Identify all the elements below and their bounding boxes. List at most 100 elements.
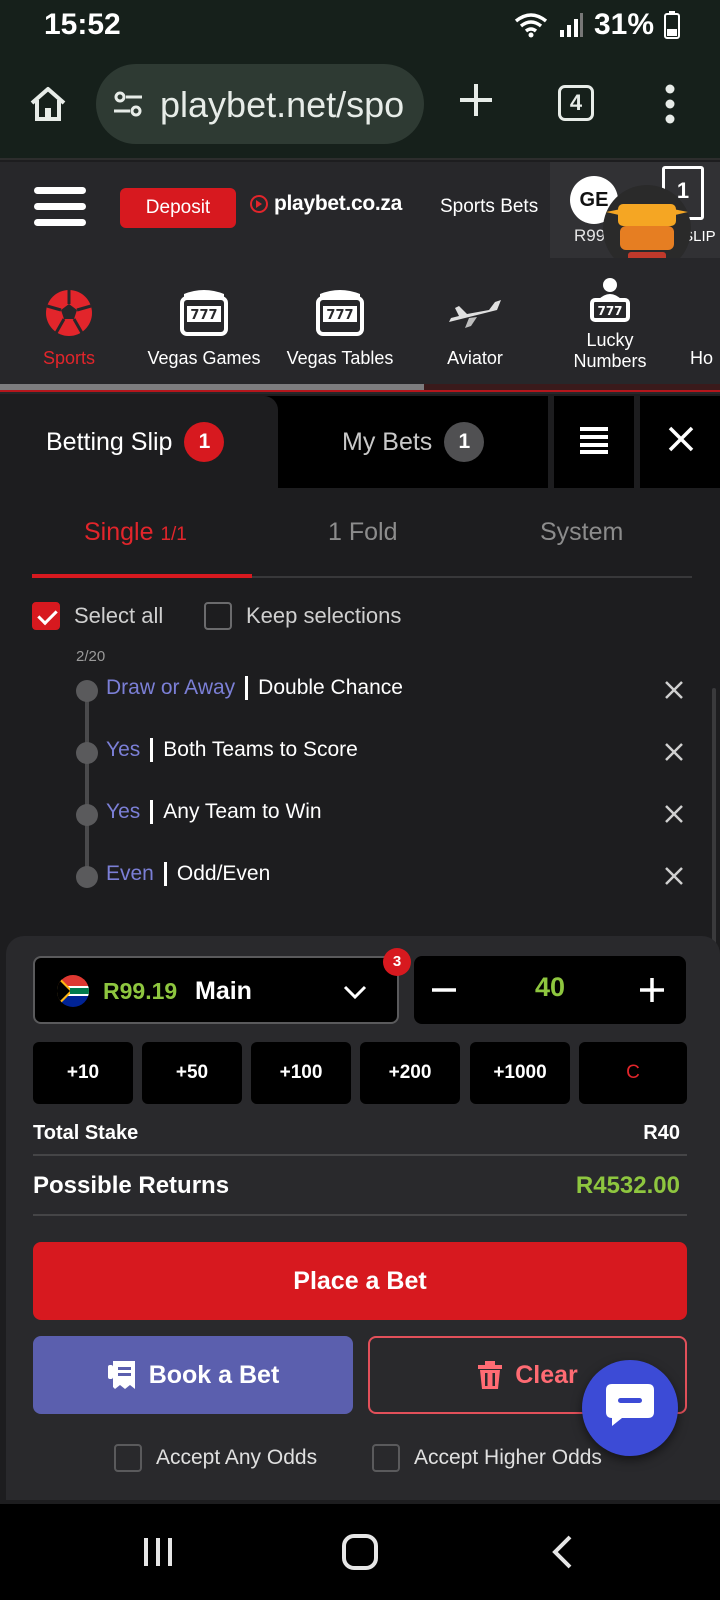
- tab-betting-slip[interactable]: Betting Slip 1: [0, 396, 278, 488]
- category-label: Aviator: [447, 348, 503, 368]
- betting-slip-count-badge: 1: [184, 422, 225, 462]
- category-label-line1: Lucky: [586, 330, 634, 350]
- account-select[interactable]: R99.19 Main 3: [33, 948, 411, 1024]
- play-icon: [250, 195, 268, 213]
- book-bet-button[interactable]: Book a Bet: [33, 1336, 353, 1414]
- lottery-icon: 777: [590, 278, 630, 322]
- selection-pick: Yes: [106, 738, 141, 761]
- category-label: Vegas Games: [147, 348, 261, 368]
- selection-pick: Draw or Away: [106, 676, 236, 699]
- category-aviator[interactable]: Aviator: [428, 288, 522, 369]
- chevron-down-icon[interactable]: [343, 984, 367, 1000]
- plane-icon: [449, 300, 501, 328]
- checkbox-icon[interactable]: [372, 1444, 400, 1472]
- selection-separator: [150, 738, 154, 762]
- quick-stake-200-button[interactable]: +200: [360, 1042, 460, 1104]
- bet-type-fold[interactable]: 1 Fold: [328, 518, 397, 547]
- remove-selection-icon[interactable]: [664, 866, 684, 886]
- bet-type-single-label: Single: [84, 518, 154, 546]
- selection-market: Any Team to Win: [163, 800, 322, 823]
- account-count-badge: 3: [383, 948, 411, 976]
- timeline-dot: [76, 804, 98, 826]
- account-name: Main: [195, 977, 252, 1005]
- bet-type-active-indicator: [32, 574, 252, 578]
- url-bar[interactable]: playbet.net/spo: [96, 64, 424, 144]
- tab-my-bets[interactable]: My Bets 1: [342, 422, 485, 462]
- quick-stake-1000-button[interactable]: +1000: [470, 1042, 570, 1104]
- cutoff-text: 2/20: [76, 648, 106, 665]
- clear-stake-button[interactable]: C: [579, 1042, 687, 1104]
- tab-switcher-button[interactable]: 4: [558, 85, 594, 121]
- possible-returns-label: Possible Returns: [33, 1172, 230, 1199]
- book-bet-label: Book a Bet: [148, 1360, 280, 1389]
- remove-selection-icon[interactable]: [664, 680, 684, 700]
- tab-separator: [634, 396, 640, 488]
- status-icons: 31%: [514, 8, 680, 42]
- category-vegas-games[interactable]: 777 Vegas Games: [142, 288, 266, 369]
- selection-row: Draw or Away Double Chance: [0, 670, 720, 710]
- deposit-button[interactable]: Deposit: [120, 188, 236, 228]
- stake-stepper[interactable]: 40: [414, 956, 686, 1024]
- select-all-checkbox[interactable]: Select all: [32, 602, 163, 630]
- selection-separator: [245, 676, 249, 700]
- quick-stake-100-button[interactable]: +100: [251, 1042, 351, 1104]
- home-button-icon[interactable]: [342, 1534, 378, 1570]
- remove-selection-icon[interactable]: [664, 804, 684, 824]
- accept-higher-odds-checkbox[interactable]: Accept Higher Odds: [372, 1444, 602, 1472]
- keep-selections-checkbox[interactable]: Keep selections: [204, 602, 401, 630]
- home-icon[interactable]: [28, 84, 68, 124]
- category-lucky-numbers[interactable]: 777 Lucky Numbers: [558, 276, 662, 372]
- bet-type-system[interactable]: System: [540, 518, 623, 547]
- slot-machine-icon: 777: [316, 290, 364, 336]
- slot-machine-icon: 777: [180, 290, 228, 336]
- quick-stake-10-button[interactable]: +10: [33, 1042, 133, 1104]
- more-menu-icon[interactable]: [664, 84, 676, 124]
- selection-row: Yes Both Teams to Score: [0, 732, 720, 772]
- possible-returns-value: R4532.00: [575, 1172, 680, 1199]
- site-logo[interactable]: playbet.co.za: [250, 192, 402, 216]
- logo-text: playbet.co.za: [274, 192, 402, 215]
- bet-type-single[interactable]: Single 1/1: [84, 518, 187, 547]
- bet-type-single-count: 1/1: [160, 524, 187, 545]
- status-time: 15:52: [44, 8, 121, 41]
- account-balance: R99.19: [103, 978, 178, 1004]
- back-icon[interactable]: [550, 1534, 574, 1570]
- receipt-icon: [107, 1361, 135, 1389]
- checkbox-icon[interactable]: [114, 1444, 142, 1472]
- timeline-dot: [76, 680, 98, 702]
- svg-text:777: 777: [190, 308, 217, 323]
- minus-icon[interactable]: [430, 976, 458, 1004]
- hamburger-menu-icon[interactable]: [34, 187, 86, 227]
- selection-separator: [150, 800, 154, 824]
- accept-higher-odds-label: Accept Higher Odds: [414, 1446, 602, 1469]
- tab-betting-slip-label: Betting Slip: [46, 427, 173, 456]
- chat-button[interactable]: [582, 1360, 678, 1456]
- accept-any-odds-checkbox[interactable]: Accept Any Odds: [114, 1444, 317, 1472]
- category-sports[interactable]: Sports: [30, 288, 108, 369]
- svg-text:777: 777: [597, 304, 622, 318]
- category-vegas-tables[interactable]: 777 Vegas Tables: [278, 288, 402, 369]
- plus-icon[interactable]: [638, 976, 666, 1004]
- select-all-label: Select all: [74, 603, 164, 628]
- site-settings-icon[interactable]: [112, 88, 144, 120]
- category-ho[interactable]: Ho: [690, 348, 720, 369]
- selection-pick: Yes: [106, 800, 141, 823]
- sports-bets-link[interactable]: Sports Bets: [440, 196, 538, 218]
- url-text[interactable]: playbet.net/spo: [160, 84, 404, 126]
- divider: [33, 1214, 687, 1216]
- list-view-icon[interactable]: [578, 424, 610, 456]
- quick-stake-50-button[interactable]: +50: [142, 1042, 242, 1104]
- my-bets-count-badge: 1: [444, 422, 485, 462]
- new-tab-icon[interactable]: [456, 80, 496, 120]
- stake-amount-input[interactable]: 40: [510, 972, 590, 1003]
- category-scroll-indicator: [0, 384, 720, 392]
- recent-apps-icon[interactable]: [142, 1536, 174, 1568]
- checkbox-checked-icon[interactable]: [32, 602, 60, 630]
- close-icon[interactable]: [666, 424, 696, 454]
- place-bet-button[interactable]: Place a Bet: [33, 1242, 687, 1320]
- selection-separator: [163, 862, 167, 886]
- remove-selection-icon[interactable]: [664, 742, 684, 762]
- checkbox-icon[interactable]: [204, 602, 232, 630]
- south-africa-flag-icon: [57, 975, 89, 1007]
- timeline-line: [85, 686, 89, 876]
